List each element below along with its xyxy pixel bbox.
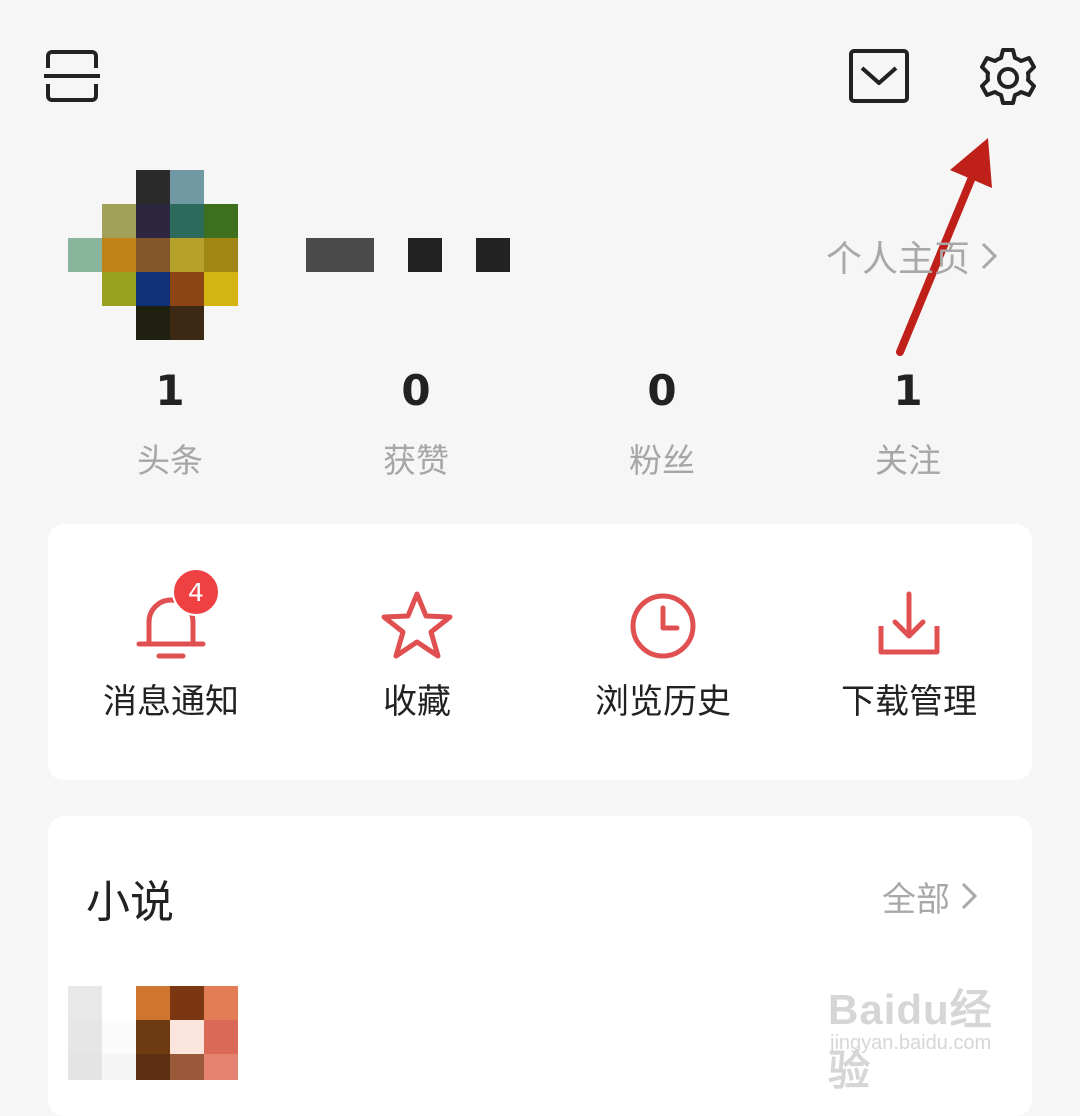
settings-button[interactable] xyxy=(972,42,1044,114)
profile-link[interactable]: 个人主页 xyxy=(826,232,998,280)
section-title: 小说 xyxy=(86,877,174,928)
mail-button[interactable] xyxy=(846,44,912,108)
username-obscured xyxy=(408,238,442,272)
profile-link-label: 个人主页 xyxy=(826,239,971,280)
downloads-button[interactable]: 下载管理 xyxy=(786,524,1032,780)
novel-cover[interactable] xyxy=(68,986,238,1080)
favorites-button[interactable]: 收藏 xyxy=(294,524,540,780)
quick-actions-card: 消息通知 收藏 浏览历史 下载管理 xyxy=(48,524,1032,780)
stat-value-fans[interactable]: 0 xyxy=(582,366,742,415)
stat-label-toutiao[interactable]: 头条 xyxy=(90,434,250,482)
star-icon xyxy=(381,591,453,659)
scan-icon xyxy=(44,50,100,102)
history-label: 浏览历史 xyxy=(595,682,731,722)
avatar[interactable] xyxy=(68,170,238,340)
notification-badge: 4 xyxy=(172,568,220,616)
watermark-sub: jingyan.baidu.com xyxy=(830,1032,992,1054)
notifications-button[interactable]: 消息通知 xyxy=(48,524,294,780)
chevron-right-icon xyxy=(981,242,998,270)
clock-icon xyxy=(630,593,696,659)
stat-value-toutiao[interactable]: 1 xyxy=(90,366,250,415)
view-all-link[interactable]: 全部 xyxy=(882,872,978,920)
username-obscured xyxy=(306,238,374,272)
stat-value-following[interactable]: 1 xyxy=(828,366,988,415)
notifications-label: 消息通知 xyxy=(103,682,239,722)
favorites-label: 收藏 xyxy=(383,682,451,722)
stat-value-likes[interactable]: 0 xyxy=(336,366,496,415)
stat-label-likes[interactable]: 获赞 xyxy=(336,434,496,482)
scan-button[interactable] xyxy=(40,44,104,108)
watermark: Baidu经验 jingyan.baidu.com xyxy=(828,966,1028,1094)
chevron-right-icon xyxy=(961,882,978,910)
download-icon xyxy=(878,591,940,655)
mail-icon xyxy=(849,49,909,103)
username-obscured xyxy=(476,238,510,272)
downloads-label: 下载管理 xyxy=(841,682,977,722)
stat-label-following[interactable]: 关注 xyxy=(828,434,988,482)
gear-icon xyxy=(980,48,1036,105)
stat-label-fans[interactable]: 粉丝 xyxy=(582,434,742,482)
history-button[interactable]: 浏览历史 xyxy=(540,524,786,780)
view-all-label: 全部 xyxy=(882,879,950,920)
